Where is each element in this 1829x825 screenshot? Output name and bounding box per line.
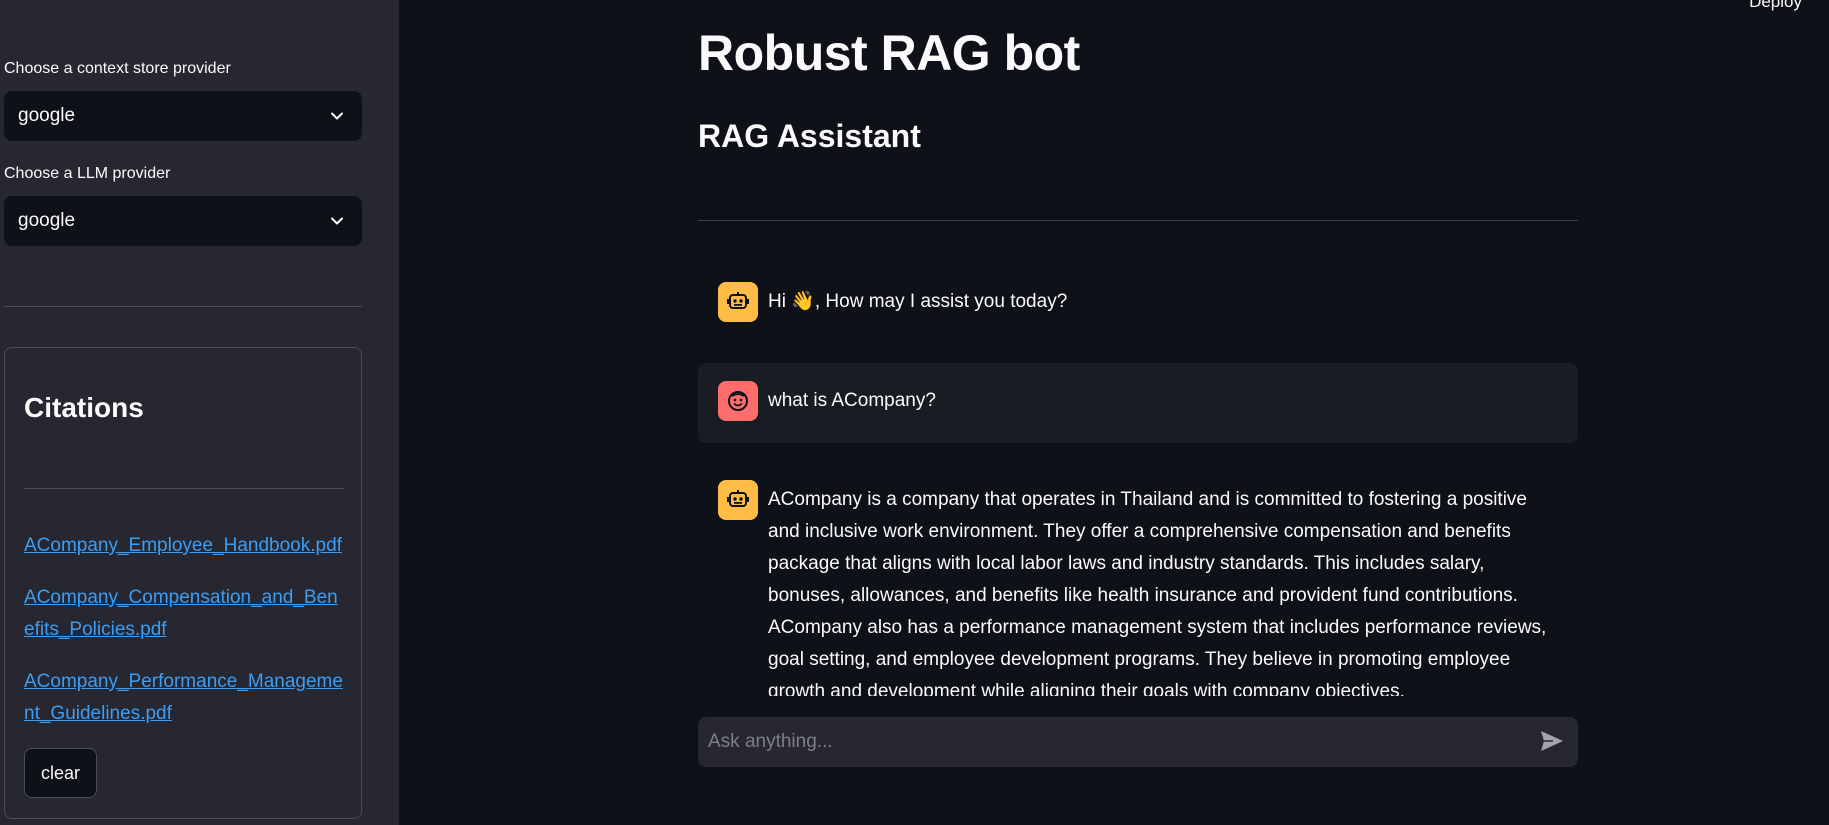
chevron-down-icon: [328, 212, 346, 230]
chat-message-user: what is ACompany?: [698, 363, 1578, 443]
citations-divider: [24, 488, 344, 489]
citations-panel: Citations ACompany_Employee_Handbook.pdf…: [4, 347, 362, 819]
chat-message-text: Hi 👋, How may I assist you today?: [768, 291, 1068, 312]
page-title: Robust RAG bot: [698, 25, 1080, 81]
smiley-face-icon: [718, 381, 758, 421]
chat-message-assistant: ACompany is a company that operates in T…: [698, 462, 1578, 696]
chat-message-list[interactable]: Hi 👋, How may I assist you today? what i…: [698, 264, 1578, 696]
chat-message-assistant: Hi 👋, How may I assist you today?: [698, 264, 1578, 340]
clear-button[interactable]: clear: [24, 748, 97, 798]
chat-message-text: ACompany is a company that operates in T…: [768, 489, 1547, 696]
sidebar-divider: [4, 306, 362, 307]
send-icon[interactable]: [1538, 729, 1566, 755]
chat-message-text: what is ACompany?: [768, 390, 936, 411]
chevron-down-icon: [328, 107, 346, 125]
sidebar: Choose a context store provider google C…: [0, 0, 399, 825]
llm-provider-value: google: [18, 210, 76, 231]
robot-icon: [718, 282, 758, 322]
deploy-button[interactable]: Deploy: [1749, 0, 1802, 12]
chat-input[interactable]: [698, 717, 1518, 767]
citation-link-employee-handbook[interactable]: ACompany_Employee_Handbook.pdf: [24, 530, 344, 562]
main-divider: [698, 220, 1578, 221]
llm-provider-label: Choose a LLM provider: [4, 165, 171, 182]
robot-icon: [718, 480, 758, 520]
context-store-value: google: [18, 105, 76, 126]
main-content: Robust RAG bot RAG Assistant Hi 👋, How m…: [698, 0, 1578, 825]
citation-link-compensation-benefits[interactable]: ACompany_Compensation_and_Benefits_Polic…: [24, 582, 344, 646]
citation-link-performance-management[interactable]: ACompany_Performance_Management_Guidelin…: [24, 666, 344, 730]
context-store-label: Choose a context store provider: [4, 60, 231, 77]
citations-title: Citations: [24, 392, 144, 423]
llm-provider-select[interactable]: google: [4, 196, 362, 246]
chat-input-container: [698, 717, 1578, 767]
context-store-select[interactable]: google: [4, 91, 362, 141]
page-subtitle: RAG Assistant: [698, 118, 921, 154]
